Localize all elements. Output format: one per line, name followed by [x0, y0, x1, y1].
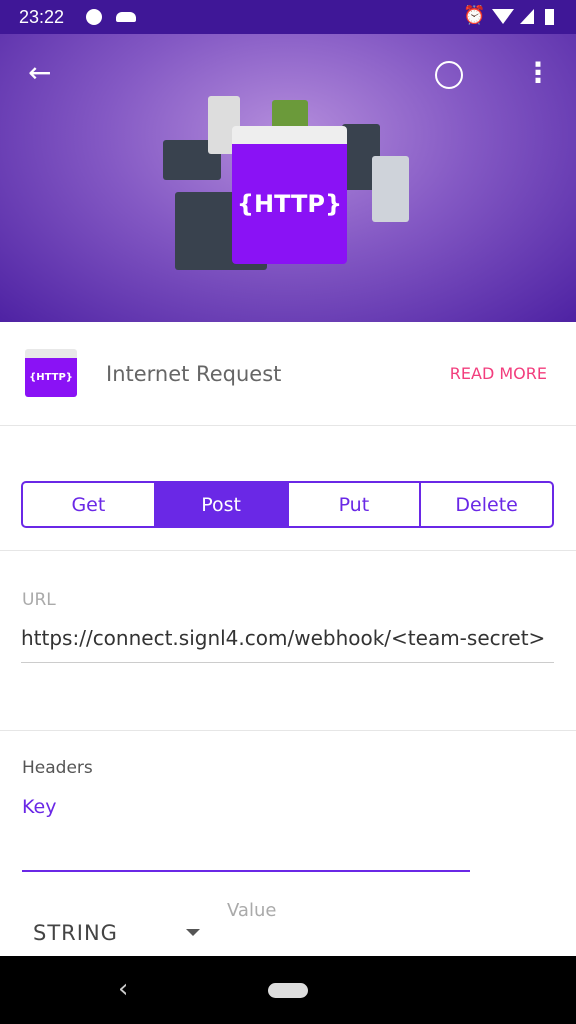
status-time: 23:22	[19, 7, 65, 27]
divider	[0, 730, 576, 731]
url-input[interactable]: https://connect.signl4.com/webhook/<team…	[21, 626, 554, 663]
hero-banner: ← ⋮ {HTTP}	[0, 34, 576, 322]
method-post-button[interactable]: Post	[155, 483, 289, 526]
http-logo: {HTTP}	[25, 349, 77, 397]
method-delete-button[interactable]: Delete	[421, 483, 552, 526]
nav-back-icon[interactable]: ‹	[118, 974, 128, 1004]
nav-home-pill[interactable]	[268, 983, 308, 998]
system-nav-bar: ‹	[0, 956, 576, 1024]
alarm-icon: ⏰	[463, 5, 486, 25]
status-bar: 23:22 ⏰	[0, 0, 576, 34]
history-clock-icon[interactable]	[435, 61, 463, 89]
method-put-button[interactable]: Put	[289, 483, 422, 526]
method-get-button[interactable]: Get	[23, 483, 156, 526]
notification-dot-icon	[86, 9, 102, 25]
integration-title: Internet Request	[106, 362, 282, 386]
key-label: Key	[22, 796, 57, 818]
header-key-input[interactable]: Key	[22, 796, 470, 872]
divider	[0, 550, 576, 551]
phone2-illustration	[372, 156, 409, 222]
cloud-icon	[116, 12, 136, 22]
read-more-link[interactable]: READ MORE	[450, 364, 547, 383]
type-dropdown[interactable]: STRING	[33, 921, 118, 945]
headers-label: Headers	[22, 758, 93, 778]
http-badge-illustration: {HTTP}	[232, 126, 347, 264]
back-arrow-icon[interactable]: ←	[28, 56, 51, 89]
dropdown-arrow-icon[interactable]	[186, 929, 200, 936]
value-input[interactable]: Value	[227, 900, 276, 921]
wifi-icon	[492, 9, 514, 24]
url-value: https://connect.signl4.com/webhook/<team…	[21, 626, 546, 650]
battery-icon	[545, 9, 554, 25]
more-options-icon[interactable]: ⋮	[524, 56, 552, 89]
method-selector: Get Post Put Delete	[21, 481, 554, 528]
url-label: URL	[22, 590, 56, 610]
signal-icon	[520, 9, 534, 24]
integration-header: {HTTP} Internet Request READ MORE	[0, 322, 576, 426]
